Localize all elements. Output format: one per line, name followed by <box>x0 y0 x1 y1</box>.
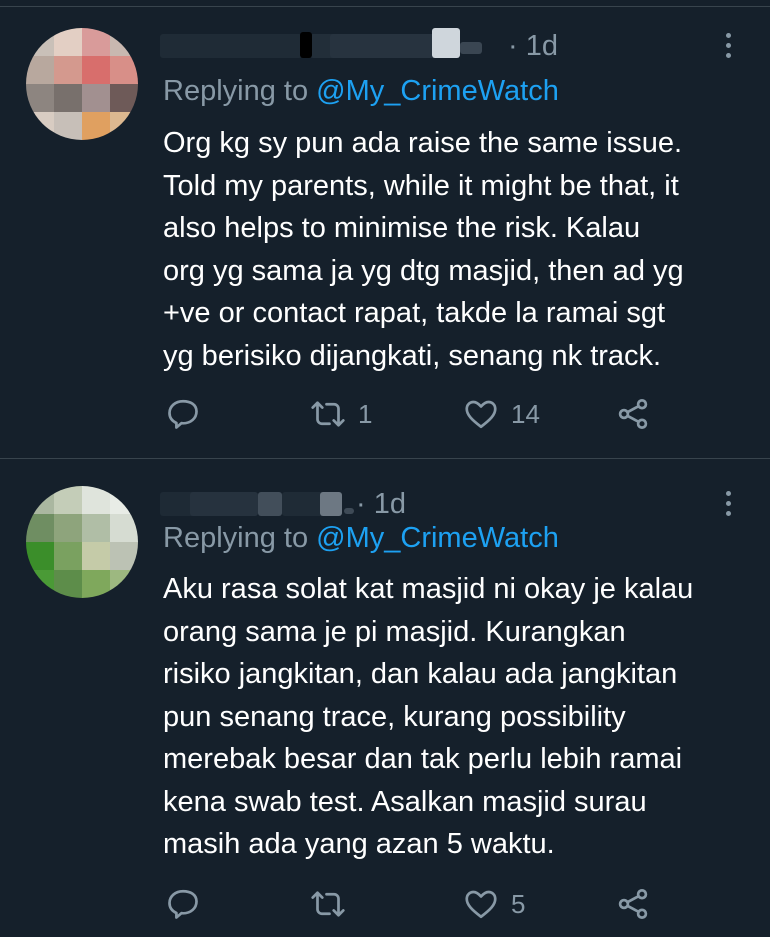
replying-to: Replying to @My_CrimeWatch <box>163 522 559 555</box>
blurred-handle <box>432 28 460 58</box>
retweet-icon <box>311 401 345 427</box>
tweet[interactable]: · 1d Replying to @My_CrimeWatch Org kg s… <box>0 0 770 458</box>
reply-handle-link[interactable]: @My_CrimeWatch <box>316 75 559 107</box>
author-row: · 1d <box>160 480 710 526</box>
tweet-text-line: risiko jangkitan, dan kalau ada jangkita… <box>163 658 678 690</box>
like-button[interactable]: 5 <box>463 882 525 926</box>
tweet-text-line: kena swab test. Asalkan masjid surau <box>163 785 647 818</box>
tweet-text-line: Org kg sy pun ada raise the same issue. <box>163 127 683 159</box>
tweet-text-line: org yg sama ja yg dtg masjid, then ad yg <box>163 254 684 287</box>
avatar[interactable] <box>26 486 138 598</box>
tweet-text-line: merebak besar dan tak perlu lebih ramai <box>163 743 683 775</box>
retweet-icon <box>311 891 345 917</box>
tweet-text-line: +ve or contact rapat, takde la ramai sgt <box>163 297 666 329</box>
blurred-display-name <box>300 32 312 58</box>
tweet-time[interactable]: · 1d <box>508 30 558 63</box>
retweet-button[interactable]: 1 <box>310 392 372 436</box>
reply-button[interactable] <box>165 882 201 926</box>
replying-to-label: Replying to <box>163 522 309 554</box>
author-row: · 1d <box>160 22 710 68</box>
tweet[interactable]: · 1d Replying to @My_CrimeWatch Aku rasa… <box>0 458 770 937</box>
reply-icon <box>168 399 198 429</box>
heart-icon <box>465 890 497 919</box>
reply-icon <box>168 889 198 919</box>
tweet-text-line: masih ada yang azan 5 waktu. <box>163 828 555 860</box>
retweet-count: 1 <box>358 398 373 429</box>
share-icon <box>618 889 648 919</box>
share-button[interactable] <box>615 392 651 436</box>
reply-button[interactable] <box>165 392 201 436</box>
tweet-text-line: pun senang trace, kurang possibility <box>163 700 626 733</box>
tweet-actions: 1 14 <box>160 392 680 436</box>
tweet-text-line: also helps to minimise the risk. Kalau <box>163 212 641 244</box>
blurred-display-name <box>160 34 302 58</box>
like-count: 14 <box>511 398 540 429</box>
blurred-display-name <box>190 492 258 516</box>
more-icon[interactable] <box>718 30 738 64</box>
share-button[interactable] <box>615 882 651 926</box>
replying-to: Replying to @My_CrimeWatch <box>163 75 559 108</box>
share-icon <box>618 399 648 429</box>
tweet-time[interactable]: · 1d <box>356 488 406 521</box>
tweet-text-line: Aku rasa solat kat masjid ni okay je kal… <box>163 573 694 605</box>
heart-icon <box>465 400 497 429</box>
blurred-handle <box>460 42 482 54</box>
tweet-text-line: yg berisiko dijangkati, senang nk track. <box>163 339 662 372</box>
tweet-text: Aku rasa solat kat masjid ni okay je kal… <box>163 568 753 866</box>
blurred-display-name <box>258 492 282 516</box>
tweet-text-line: Told my parents, while it might be that,… <box>163 169 679 202</box>
retweet-button[interactable] <box>310 882 358 926</box>
replying-to-label: Replying to <box>163 75 309 107</box>
blurred-handle <box>320 492 342 516</box>
tweet-text-line: orang sama je pi masjid. Kurangkan <box>163 615 626 648</box>
tweet-actions: 5 <box>160 882 680 926</box>
more-icon[interactable] <box>718 488 738 522</box>
tweet-text: Org kg sy pun ada raise the same issue. … <box>163 122 753 377</box>
avatar[interactable] <box>26 28 138 140</box>
reply-handle-link[interactable]: @My_CrimeWatch <box>316 522 559 554</box>
like-count: 5 <box>511 888 526 919</box>
like-button[interactable]: 14 <box>463 392 540 436</box>
blurred-handle <box>344 508 354 514</box>
